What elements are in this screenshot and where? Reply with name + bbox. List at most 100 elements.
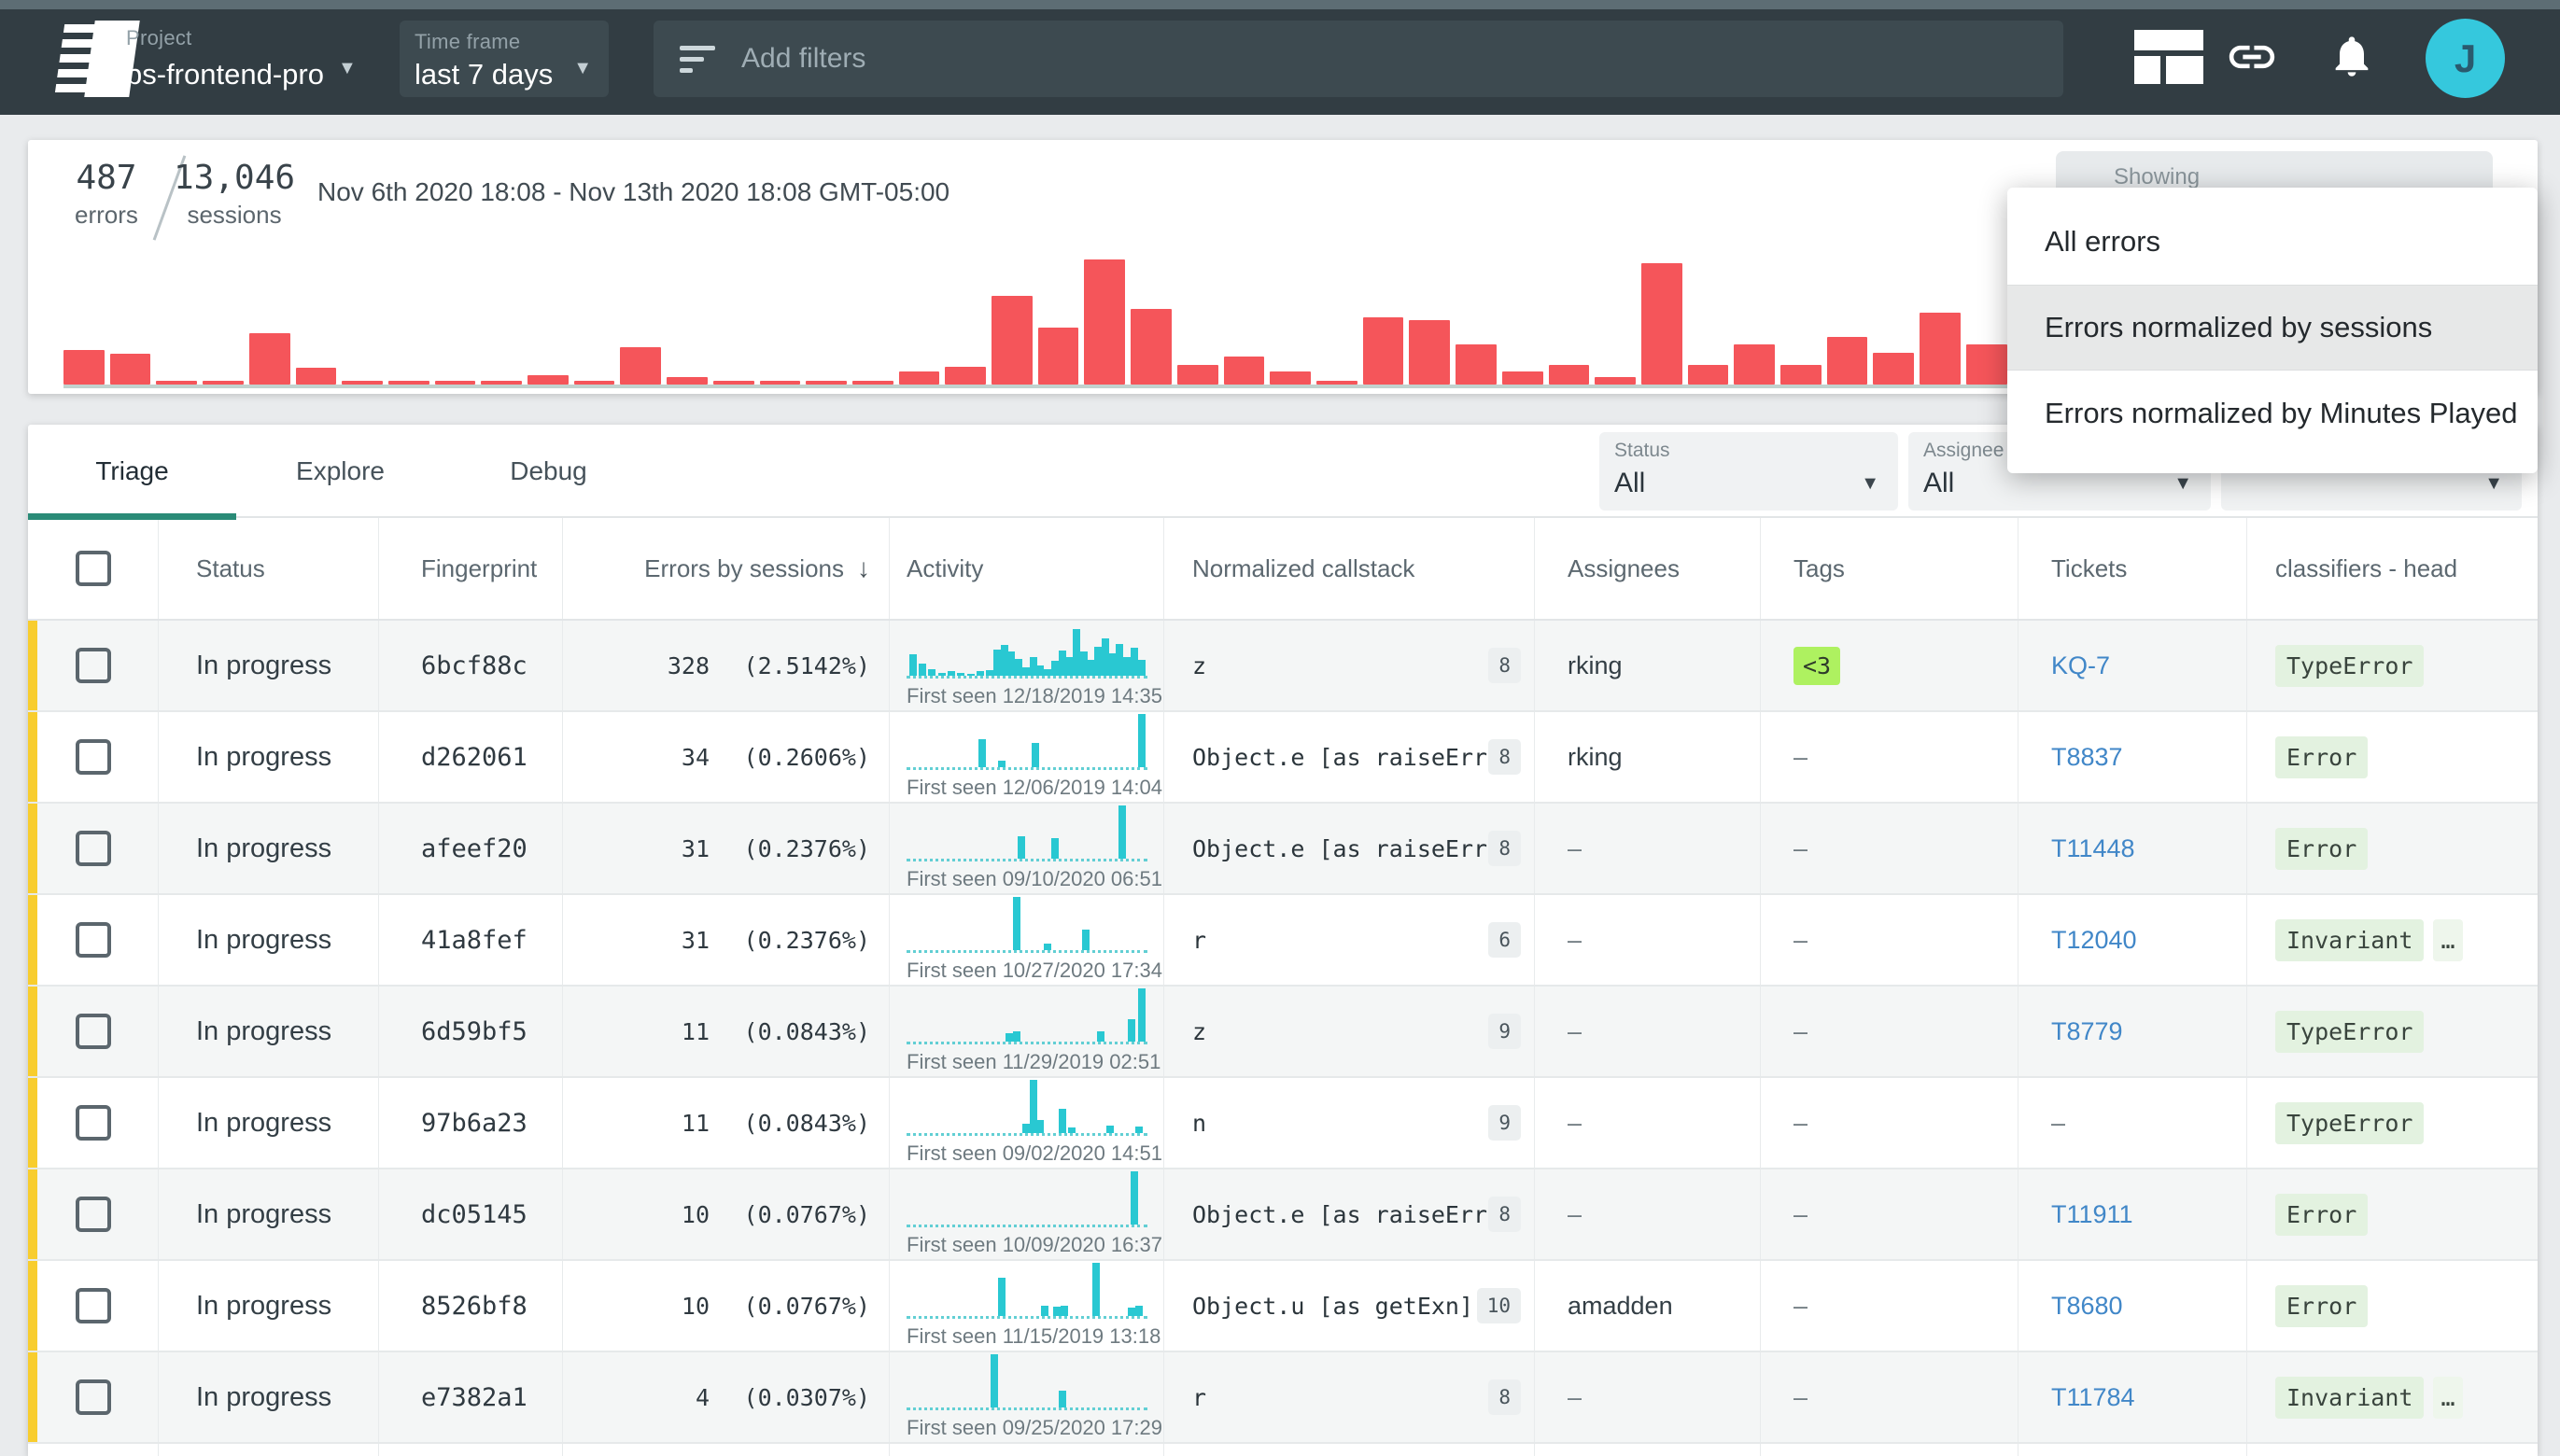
table-row[interactable]: In progress97b6a2311(0.0843%)First seen … [28,1078,2538,1169]
table-row[interactable]: In progressdc0514510(0.0767%)First seen … [28,1169,2538,1261]
histogram-bar [63,350,105,385]
showing-menu-item[interactable]: Errors normalized by sessions [2007,285,2538,371]
sparkline-bar [1138,660,1146,676]
row-error-count: 10 [682,1201,710,1228]
user-avatar[interactable]: J [2426,19,2505,98]
row-callstack[interactable]: Object.e [as raiseErro… [1192,744,1488,771]
project-caret-down-icon[interactable]: ▼ [338,58,357,79]
row-fingerprint[interactable]: afeef20 [421,834,527,863]
row-fingerprint[interactable]: 6bcf88c [421,651,527,680]
tab-debug[interactable]: Debug [444,425,653,518]
sparkline-bar [967,674,975,676]
showing-menu-item[interactable]: All errors [2007,199,2538,285]
row-first-seen: First seen 12/18/2019 14:35 [907,684,1162,708]
tab-triage[interactable]: Triage [28,425,236,518]
row-fingerprint[interactable]: dc05145 [421,1200,527,1229]
row-callstack[interactable]: Object.e [as raiseErro… [1192,1201,1488,1228]
table-row[interactable]: In progress6d59bf511(0.0843%)First seen … [28,987,2538,1078]
row-checkbox[interactable] [76,831,111,866]
sparkline-bar [1118,805,1126,859]
row-callstack[interactable]: r [1192,927,1488,954]
row-tickets-cell: T8680 [2018,1261,2247,1351]
row-callstack[interactable]: z [1192,1018,1488,1045]
row-checkbox[interactable] [76,922,111,958]
project-label: Project [126,26,324,50]
row-callstack[interactable]: Object.u [as getExn] [1192,1293,1477,1320]
row-status-indicator [28,621,37,710]
tab-explore[interactable]: Explore [236,425,444,518]
row-tag: – [1793,834,1807,863]
column-header-activity[interactable]: Activity [890,518,1164,619]
table-row[interactable]: In progress41a8fef31(0.2376%)First seen … [28,895,2538,987]
column-header-status[interactable]: Status [159,518,379,619]
column-header-errors-by-sessions[interactable]: Errors by sessions↓ [563,518,890,619]
app-logo[interactable] [58,21,136,97]
row-fingerprint[interactable]: 97b6a23 [421,1109,527,1138]
row-error-count: 328 [668,652,710,679]
row-checkbox[interactable] [76,648,111,683]
timeframe-value: last 7 days [415,58,594,91]
row-error-count: 11 [682,1110,710,1137]
table-row[interactable]: In progressd26206134(0.2606%)First seen … [28,712,2538,804]
table-row[interactable]: In progressafeef2031(0.2376%)First seen … [28,804,2538,895]
row-frame-count-badge: 9 [1488,1014,1521,1049]
row-ticket-link[interactable]: T11911 [2051,1200,2133,1229]
showing-menu-item[interactable]: Errors normalized by Minutes Played [2007,371,2538,456]
row-fingerprint[interactable]: e7382a1 [421,1383,527,1412]
row-fingerprint[interactable]: 8526bf8 [421,1292,527,1321]
row-first-seen: First seen 12/06/2019 14:04 [907,776,1162,800]
row-classifier-cell: TypeError [2247,987,2538,1076]
filter-caret-down-icon: ▼ [2484,473,2503,495]
row-checkbox[interactable] [76,1197,111,1232]
row-fingerprint[interactable]: 41a8fef [421,926,527,955]
sort-desc-icon[interactable]: ↓ [857,553,870,583]
table-row[interactable]: In progress6bcf88c328(2.5142%)First seen… [28,621,2538,712]
select-all-checkbox[interactable] [76,551,111,586]
column-header-tickets[interactable]: Tickets [2018,518,2247,619]
row-callstack[interactable]: z [1192,652,1488,679]
link-icon[interactable] [2222,30,2282,84]
row-ticket-link[interactable]: T11448 [2051,834,2135,863]
row-ticket-link[interactable]: T11784 [2051,1383,2135,1412]
column-header-tags[interactable]: Tags [1761,518,2018,619]
row-fingerprint[interactable]: d262061 [421,743,527,772]
dashboard-layout-icon[interactable] [2134,30,2203,84]
row-checkbox[interactable] [76,1288,111,1323]
row-frame-count-badge: 9 [1488,1105,1521,1141]
column-header-checkbox[interactable] [28,518,159,619]
column-header-classifiers-head[interactable]: classifiers - head [2247,518,2538,619]
row-callstack[interactable]: n [1192,1110,1488,1137]
project-selector[interactable]: Project bs-frontend-pro [126,26,324,91]
histogram-bar [1131,309,1172,385]
filter-select-status[interactable]: StatusAll▼ [1599,432,1898,511]
row-status-cell: In progress [159,895,379,985]
row-callstack[interactable]: r [1192,1384,1488,1411]
row-fingerprint-cell: 97b6a23 [379,1078,563,1168]
row-ticket-link[interactable]: T8837 [2051,743,2123,772]
row-checkbox[interactable] [76,1379,111,1415]
timeframe-selector[interactable]: Time frame last 7 days ▼ [400,21,609,97]
table-row[interactable]: In progress8526bf810(0.0767%)First seen … [28,1261,2538,1352]
row-tag[interactable]: <3 [1793,647,1840,685]
table-row[interactable]: In progresse7382a14(0.0307%)First seen 0… [28,1352,2538,1444]
notifications-bell-icon[interactable] [2328,28,2376,84]
row-ticket-link[interactable]: T8680 [2051,1292,2123,1321]
row-classifier: TypeError [2275,1011,2424,1053]
row-checkbox[interactable] [76,1105,111,1141]
column-header-normalized-callstack[interactable]: Normalized callstack [1164,518,1535,619]
timeframe-label: Time frame [415,30,594,54]
column-header-fingerprint[interactable]: Fingerprint [379,518,563,619]
row-ticket-link[interactable]: T12040 [2051,926,2137,955]
sparkline-bar [978,739,986,767]
row-checkbox[interactable] [76,1014,111,1049]
row-assignee: – [1568,1109,1582,1138]
row-status-cell: In progress [159,1352,379,1442]
row-checkbox[interactable] [76,739,111,775]
row-fingerprint[interactable]: 6d59bf5 [421,1017,527,1046]
add-filters-input[interactable]: Add filters [654,21,2063,97]
row-ticket-link[interactable]: T8779 [2051,1017,2123,1046]
sparkline-bar [1044,944,1051,950]
row-callstack[interactable]: Object.e [as raiseErro… [1192,835,1488,862]
row-ticket-link[interactable]: KQ-7 [2051,651,2110,680]
column-header-assignees[interactable]: Assignees [1535,518,1761,619]
